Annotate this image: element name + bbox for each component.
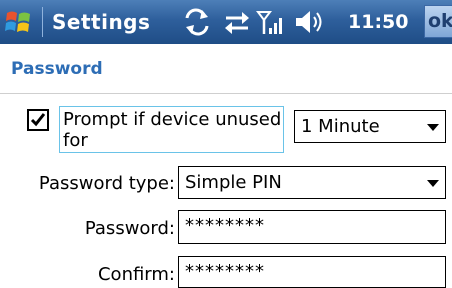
prompt-checkbox[interactable] <box>27 109 49 131</box>
checkmark-icon <box>30 113 46 127</box>
app-title: Settings <box>52 10 151 34</box>
ok-button[interactable]: ok <box>424 5 452 38</box>
password-type-dropdown[interactable]: Simple PIN <box>178 166 446 199</box>
connectivity-icon[interactable] <box>224 8 250 36</box>
volume-icon[interactable] <box>294 8 328 36</box>
chevron-down-icon <box>427 180 439 187</box>
page-header: Password <box>0 44 452 94</box>
sync-icon[interactable] <box>184 8 210 36</box>
title-bar: Settings 11:50 ok <box>0 0 452 44</box>
password-field[interactable]: ******** <box>178 210 446 244</box>
timeout-value: 1 Minute <box>301 116 380 137</box>
password-label: Password: <box>84 218 175 239</box>
clock-time[interactable]: 11:50 <box>348 7 408 37</box>
windows-start-icon[interactable] <box>4 7 34 37</box>
password-type-value: Simple PIN <box>185 172 282 193</box>
signal-icon[interactable] <box>256 8 286 36</box>
password-type-label: Password type: <box>38 173 175 194</box>
prompt-label[interactable]: Prompt if device unused for <box>59 106 284 153</box>
confirm-field[interactable]: ******** <box>178 256 446 288</box>
title-separator <box>42 7 43 37</box>
header-divider <box>0 93 452 94</box>
page-title: Password <box>11 59 103 79</box>
chevron-down-icon <box>427 124 439 131</box>
timeout-dropdown[interactable]: 1 Minute <box>294 110 446 143</box>
confirm-label: Confirm: <box>97 264 175 285</box>
